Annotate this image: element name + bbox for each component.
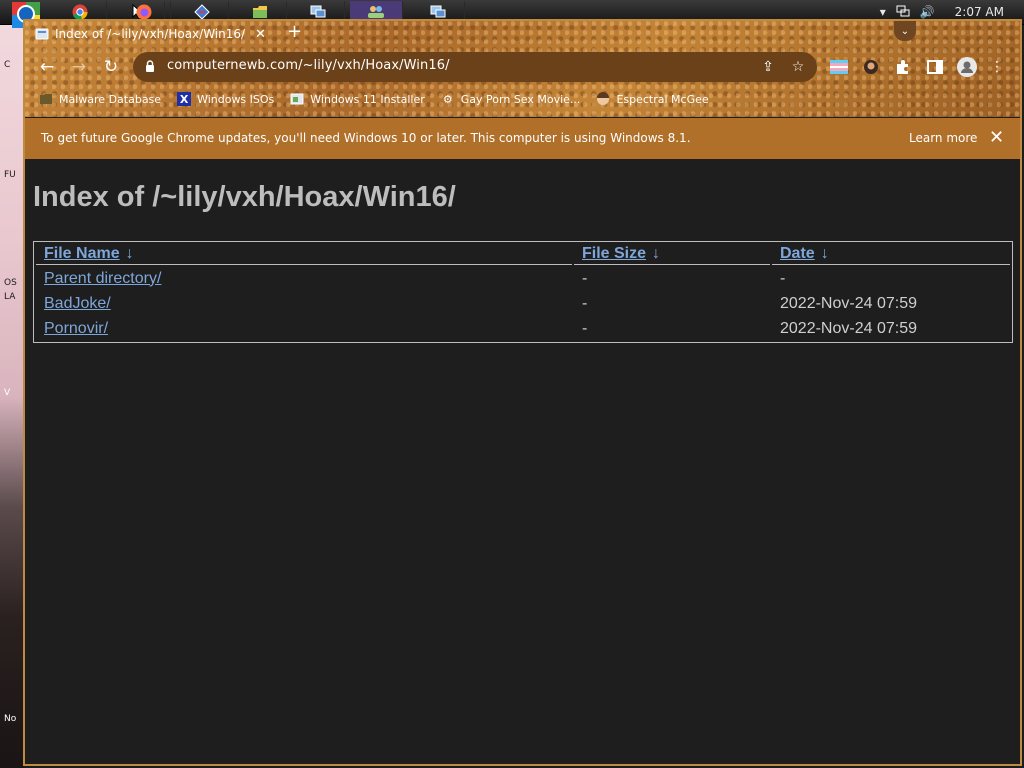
network-icon[interactable] (896, 5, 910, 20)
tab-current[interactable]: Index of /~lily/vxh/Hoax/Win16/ ✕ (35, 23, 273, 45)
firefox-icon (136, 4, 152, 20)
file-size-cell: - (582, 269, 588, 287)
page-favicon-icon (35, 28, 49, 40)
file-size-cell: - (582, 319, 588, 337)
extension-avatar-icon[interactable] (861, 57, 881, 77)
page-title: Index of /~lily/vxh/Hoax/Win16/ (33, 181, 456, 213)
sort-arrow-icon[interactable]: ↓ (652, 245, 660, 262)
address-bar[interactable]: computernewb.com/~lily/vxh/Hoax/Win16/ ⇪… (133, 52, 817, 82)
url-text[interactable]: computernewb.com/~lily/vxh/Hoax/Win16/ (167, 58, 450, 73)
bookmark-movie-site[interactable]: ⚙ Gay Porn Sex Movie... (441, 92, 581, 106)
desktop-icon-label[interactable]: V (4, 388, 10, 398)
file-size-cell: - (582, 294, 588, 312)
forward-button[interactable]: → (67, 55, 91, 79)
parent-directory-link[interactable]: Parent directory/ (44, 270, 161, 287)
desktop-icon-label[interactable]: No (4, 714, 16, 724)
directory-listing: File Name ↓ File Size ↓ Date ↓ Parent direc… (33, 241, 1013, 343)
extension-flag-icon[interactable] (829, 57, 849, 77)
browser-toolbar: Index of /~lily/vxh/Hoax/Win16/ ✕ + ⌄ ← … (25, 21, 1020, 117)
bookmark-star-icon[interactable]: ☆ (789, 58, 807, 76)
date-cell: 2022-Nov-24 07:59 (780, 294, 917, 312)
monitor-icon (430, 5, 446, 18)
menu-kebab-icon[interactable]: ⋮ (987, 57, 1007, 77)
table-header-row: File Name ↓ File Size ↓ Date ↓ (36, 244, 1010, 265)
chevron-down-icon: ⌄ (900, 25, 910, 37)
folder-link-badjoke[interactable]: BadJoke/ (44, 295, 111, 312)
date-cell: 2022-Nov-24 07:59 (780, 319, 917, 337)
bookmark-label: Windows 11 Installer (310, 92, 425, 106)
clock[interactable]: 2:07 AM (955, 5, 1004, 19)
share-icon[interactable]: ⇪ (759, 58, 777, 76)
table-row: Parent directory/ - - (36, 267, 1010, 290)
bookmark-malware-database[interactable]: Malware Database (39, 92, 161, 106)
back-button[interactable]: ← (35, 55, 59, 79)
face-icon (596, 92, 610, 106)
volume-icon[interactable]: 🔊 (920, 5, 935, 19)
tray-overflow-icon[interactable]: ▾ (880, 5, 886, 19)
tab-close-icon[interactable]: ✕ (255, 27, 266, 42)
desktop-icon-label[interactable]: OS (4, 278, 17, 288)
bookmark-label: Windows ISOs (197, 92, 275, 106)
bookmark-windows-isos[interactable]: X Windows ISOs (177, 92, 274, 106)
side-panel-icon[interactable] (925, 57, 945, 77)
desktop-icon-label[interactable]: LA (4, 292, 15, 302)
date-cell: - (780, 269, 786, 287)
page-content: Index of /~lily/vxh/Hoax/Win16/ File Nam… (25, 159, 1020, 764)
close-icon[interactable]: ✕ (989, 127, 1004, 148)
learn-more-link[interactable]: Learn more (909, 131, 977, 145)
bookmark-windows-11-installer[interactable]: Windows 11 Installer (290, 92, 425, 106)
x-logo-icon: X (177, 92, 192, 106)
sort-by-name-link[interactable]: File Name (44, 245, 120, 262)
bookmarks-bar: Malware Database X Windows ISOs Windows … (39, 89, 725, 109)
desktop-icon-label[interactable]: FU (4, 170, 16, 180)
bookmark-espectral-mcgee[interactable]: Espectral McGee (596, 92, 709, 106)
table-row: BadJoke/ - 2022-Nov-24 07:59 (36, 292, 1010, 315)
bookmark-label: Malware Database (59, 92, 162, 106)
column-header-size: File Size ↓ (574, 244, 770, 265)
gear-icon: ⚙ (442, 92, 453, 106)
update-infobar: To get future Google Chrome updates, you… (25, 118, 1020, 159)
folder-link-pornovir[interactable]: Pornovir/ (44, 320, 108, 337)
desktop-background: C FU OS LA V No (0, 24, 24, 768)
tab-title: Index of /~lily/vxh/Hoax/Win16/ (55, 27, 246, 41)
users-icon (368, 6, 384, 18)
arrow-left-icon: ← (39, 57, 55, 77)
monitor-icon (310, 5, 326, 18)
lock-icon (146, 60, 154, 72)
sort-by-size-link[interactable]: File Size (582, 245, 646, 262)
installer-icon (290, 92, 304, 106)
chrome-icon (72, 4, 88, 20)
folder-icon (39, 92, 53, 106)
reload-icon: ↻ (103, 57, 119, 77)
arrow-right-icon: → (71, 57, 87, 77)
app-icon (194, 4, 210, 20)
bookmark-label: Espectral McGee (616, 92, 709, 106)
sort-by-date-link[interactable]: Date (780, 245, 815, 262)
new-tab-button[interactable]: + (287, 21, 302, 42)
sort-arrow-icon[interactable]: ↓ (821, 245, 829, 262)
sort-arrow-icon[interactable]: ↓ (126, 245, 134, 262)
browser-window: Index of /~lily/vxh/Hoax/Win16/ ✕ + ⌄ ← … (23, 19, 1022, 766)
profile-avatar-icon[interactable] (957, 57, 977, 77)
reload-button[interactable]: ↻ (99, 55, 123, 79)
table-row: Pornovir/ - 2022-Nov-24 07:59 (36, 317, 1010, 340)
tab-search-button[interactable]: ⌄ (894, 21, 916, 41)
folder-icon (253, 6, 267, 18)
desktop-icon-label[interactable]: C (4, 60, 10, 70)
bookmark-label: Gay Porn Sex Movie... (460, 92, 581, 106)
column-header-date: Date ↓ (772, 244, 1010, 265)
column-header-name: File Name ↓ (36, 244, 572, 265)
infobar-message: To get future Google Chrome updates, you… (41, 131, 691, 145)
extensions-puzzle-icon[interactable] (893, 57, 913, 77)
